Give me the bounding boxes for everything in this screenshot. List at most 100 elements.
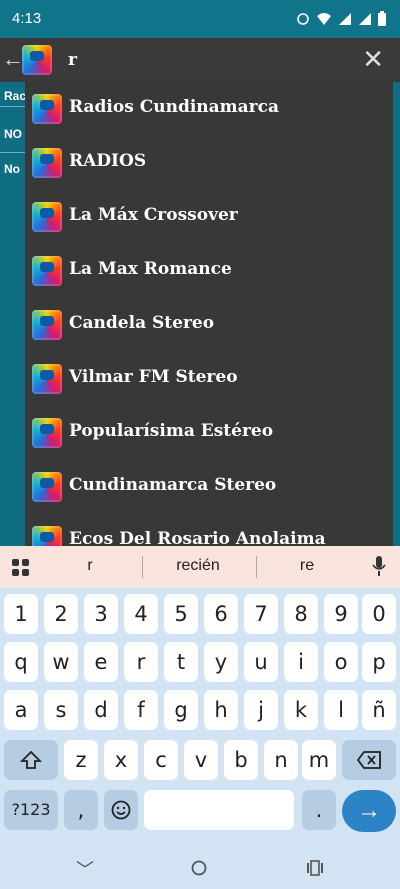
status-bar: 4:13	[0, 0, 400, 38]
key-f[interactable]: f	[124, 690, 158, 730]
suggestion-3[interactable]: re	[257, 557, 357, 575]
home-circle-icon[interactable]	[191, 860, 207, 876]
key-n-tilde[interactable]: ñ	[362, 690, 396, 730]
app-logo	[22, 45, 52, 75]
station-logo	[32, 310, 62, 340]
key-q[interactable]: q	[4, 642, 38, 682]
key-2[interactable]: 2	[44, 594, 78, 634]
station-logo	[32, 472, 62, 502]
key-o[interactable]: o	[324, 642, 358, 682]
backspace-icon	[356, 751, 381, 769]
key-g[interactable]: g	[164, 690, 198, 730]
symbols-key[interactable]: ?123	[4, 790, 58, 830]
key-9[interactable]: 9	[324, 594, 358, 634]
key-v[interactable]: v	[184, 740, 218, 780]
search-toolbar: ← r ✕	[0, 38, 400, 82]
result-item[interactable]: La Máx Crossover	[25, 190, 393, 244]
result-label: Vilmar FM Stereo	[69, 367, 238, 387]
result-label: La Máx Crossover	[69, 205, 238, 225]
backspace-key[interactable]	[342, 740, 396, 780]
spacebar[interactable]	[144, 790, 294, 830]
key-x[interactable]: x	[104, 740, 138, 780]
key-p[interactable]: p	[362, 642, 396, 682]
key-8[interactable]: 8	[284, 594, 318, 634]
key-4[interactable]: 4	[124, 594, 158, 634]
key-m[interactable]: m	[302, 740, 336, 780]
status-icons	[296, 11, 386, 26]
navigation-bar: ﹀	[0, 846, 400, 889]
key-i[interactable]: i	[284, 642, 318, 682]
key-r[interactable]: r	[124, 642, 158, 682]
soft-keyboard: r recién re 1 2 3 4 5 6 7 8 9 0 q w e r …	[0, 546, 400, 889]
station-logo	[32, 148, 62, 178]
result-item[interactable]: RADIOS	[25, 136, 393, 190]
result-label: Ecos Del Rosario Anolaima	[69, 529, 326, 546]
key-y[interactable]: y	[204, 642, 238, 682]
shift-icon	[19, 750, 43, 769]
key-k[interactable]: k	[284, 690, 318, 730]
apps-grid-icon[interactable]	[12, 559, 30, 577]
result-label: La Max Romance	[69, 259, 232, 279]
signal-icon	[339, 12, 351, 25]
result-item[interactable]: Vilmar FM Stereo	[25, 352, 393, 406]
station-logo	[32, 94, 62, 124]
result-item[interactable]: Radios Cundinamarca	[25, 82, 393, 136]
arrow-right-icon: →	[357, 797, 381, 824]
key-c[interactable]: c	[144, 740, 178, 780]
key-u[interactable]: u	[244, 642, 278, 682]
suggestion-bar: r recién re	[0, 546, 400, 588]
clear-search-icon[interactable]: ✕	[362, 46, 384, 72]
key-s[interactable]: s	[44, 690, 78, 730]
key-e[interactable]: e	[84, 642, 118, 682]
microphone-icon[interactable]	[372, 556, 386, 576]
station-logo	[32, 256, 62, 286]
suggestion-2[interactable]: recién	[148, 557, 248, 575]
key-1[interactable]: 1	[4, 594, 38, 634]
key-z[interactable]: z	[64, 740, 98, 780]
key-l[interactable]: l	[324, 690, 358, 730]
search-results-dropdown: Radios Cundinamarca RADIOS La Máx Crosso…	[25, 82, 393, 546]
station-logo	[32, 202, 62, 232]
result-label: Popularísima Estéreo	[69, 421, 274, 441]
search-input[interactable]: r	[68, 50, 77, 70]
key-7[interactable]: 7	[244, 594, 278, 634]
key-j[interactable]: j	[244, 690, 278, 730]
key-b[interactable]: b	[224, 740, 258, 780]
station-logo	[32, 364, 62, 394]
key-6[interactable]: 6	[204, 594, 238, 634]
result-item[interactable]: Ecos Del Rosario Anolaima	[25, 514, 393, 546]
key-d[interactable]: d	[84, 690, 118, 730]
enter-key[interactable]: →	[342, 790, 396, 832]
battery-icon	[378, 11, 386, 26]
key-t[interactable]: t	[164, 642, 198, 682]
key-a[interactable]: a	[4, 690, 38, 730]
signal-icon-2	[359, 12, 371, 25]
hide-keyboard-chevron-icon[interactable]: ﹀	[76, 856, 94, 882]
shift-key[interactable]	[4, 740, 58, 780]
key-w[interactable]: w	[44, 642, 78, 682]
station-logo	[32, 418, 62, 448]
key-3[interactable]: 3	[84, 594, 118, 634]
key-n[interactable]: n	[264, 740, 298, 780]
result-label: Cundinamarca Stereo	[69, 475, 277, 495]
recents-icon[interactable]	[307, 860, 323, 876]
wifi-icon	[317, 12, 331, 25]
result-item[interactable]: Popularísima Estéreo	[25, 406, 393, 460]
station-logo	[32, 526, 62, 546]
result-label: RADIOS	[69, 151, 147, 171]
status-time: 4:13	[12, 10, 42, 27]
key-h[interactable]: h	[204, 690, 238, 730]
result-item[interactable]: La Max Romance	[25, 244, 393, 298]
period-key[interactable]: .	[302, 790, 336, 830]
result-item[interactable]: Cundinamarca Stereo	[25, 460, 393, 514]
key-0[interactable]: 0	[362, 594, 396, 634]
emoji-key[interactable]	[104, 790, 138, 830]
suggestion-1[interactable]: r	[40, 557, 140, 575]
alarm-icon	[297, 12, 309, 25]
back-arrow-icon[interactable]: ←	[2, 48, 24, 72]
comma-key[interactable]: ,	[64, 790, 98, 830]
result-label: Candela Stereo	[69, 313, 215, 333]
key-5[interactable]: 5	[164, 594, 198, 634]
result-item[interactable]: Candela Stereo	[25, 298, 393, 352]
emoji-icon	[111, 800, 131, 820]
